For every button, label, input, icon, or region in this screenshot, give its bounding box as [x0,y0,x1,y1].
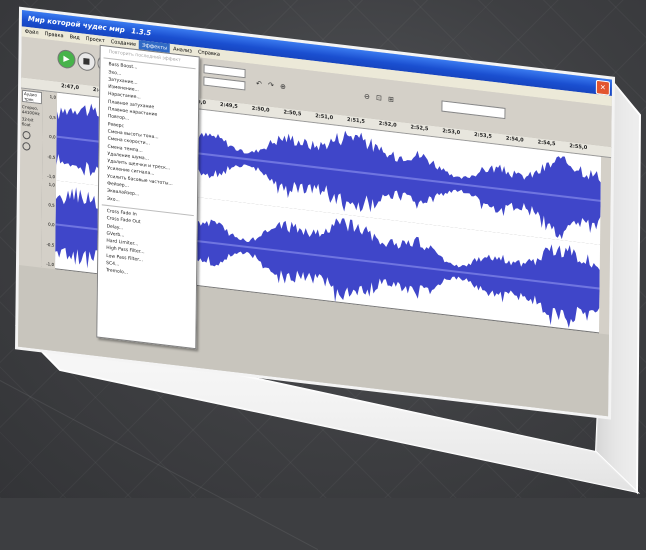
tool-icon-6[interactable]: ↶ [253,78,264,91]
ruler-label: 2:52,0 [378,120,397,129]
ruler-label: 2:54,0 [505,135,524,144]
ruler-label: 2:47,0 [61,83,80,92]
tool-icon-8[interactable]: ⊕ [277,81,288,94]
scale-label: 1,0 [48,181,56,188]
track-name[interactable]: Аудио трек [21,89,43,105]
output-level-meter[interactable] [203,76,246,91]
stop-button[interactable]: ■ [77,51,96,72]
tool-icon-10[interactable]: ⊡ [373,92,384,105]
ruler-label: 2:53,0 [442,128,461,137]
tool-icon-7[interactable]: ↷ [265,80,276,93]
scale-label: -0,5 [46,241,55,248]
ruler-label: 2:49,5 [219,101,238,111]
window-title-suffix: 1.3.5 [131,26,152,38]
ruler-label: 2:51,5 [346,116,365,126]
scale-label: 0,0 [48,221,55,228]
scale-label: 0,0 [49,133,56,140]
track-control-panel[interactable]: Аудио трек Стерео, 44100Hz 32-bit float [19,88,45,267]
scale-label: -0,5 [47,153,56,160]
scale-label: 0,5 [49,113,56,120]
scale-label: -1,0 [47,173,56,180]
ruler-label: 2:54,5 [537,139,556,148]
audacity-window: Мир которой чудес мир 1.3.5 ✕ Файл Правка… [15,6,616,420]
ruler-label: 2:53,5 [474,131,492,141]
ruler-label: 2:55,0 [569,143,588,152]
solo-icon[interactable] [22,141,31,151]
tool-icon-9[interactable]: ⊖ [361,91,372,104]
effects-dropdown-menu: Повторить последний эффект Bass Boost... Э… [96,44,200,350]
ruler-label: 2:50,0 [251,105,270,114]
play-button[interactable]: ▶ [57,48,76,70]
ruler-label: 2:51,0 [315,113,334,122]
mute-icon[interactable] [22,130,31,140]
tool-icon-11[interactable]: ⊞ [385,94,396,107]
device-select[interactable] [441,100,506,120]
track-info-2: 32-bit float [21,116,34,128]
scale-label: 0,5 [48,201,55,208]
scale-label: -1,0 [46,261,55,268]
ruler-label: 2:50,5 [283,109,302,118]
scale-label: 1,0 [49,93,57,100]
ruler-label: 2:52,5 [410,124,429,133]
